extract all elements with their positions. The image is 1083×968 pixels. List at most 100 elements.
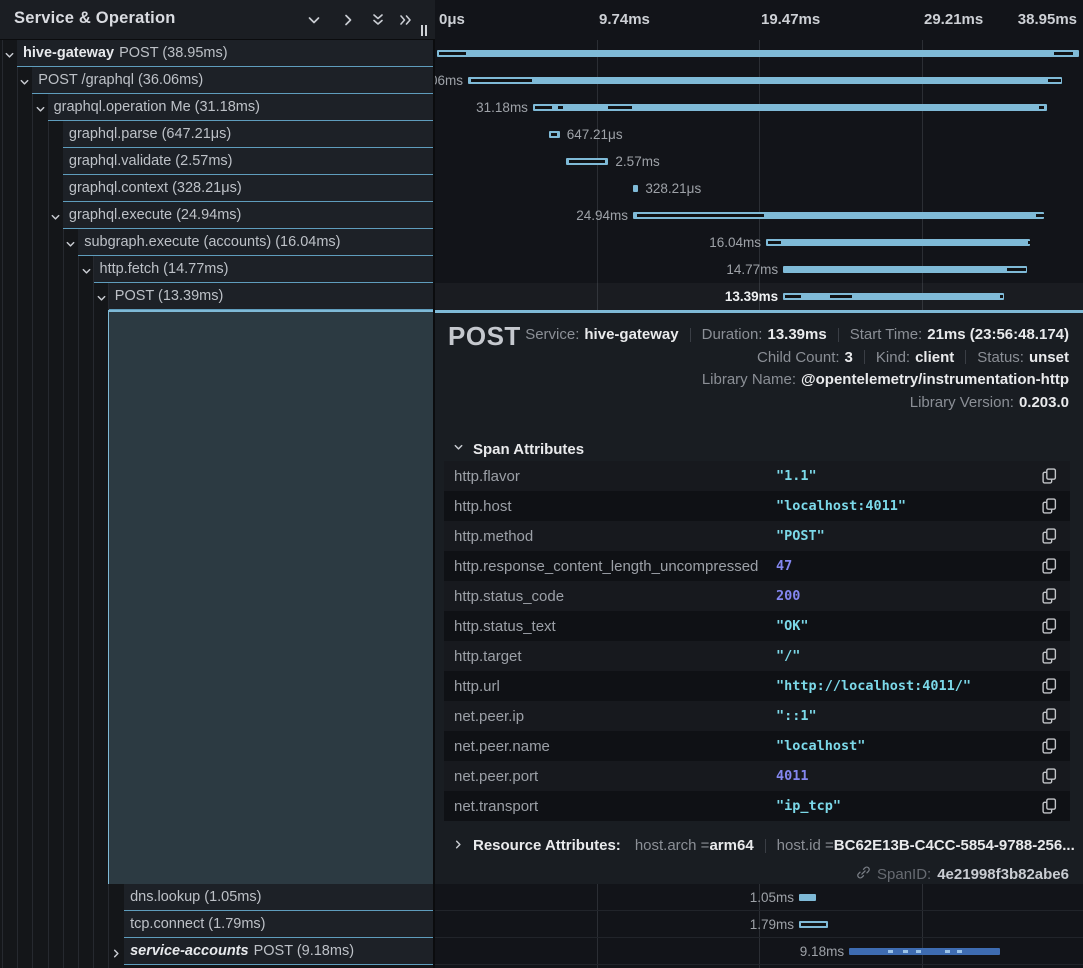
timeline-row[interactable]: 13.39ms — [435, 283, 1083, 310]
span-duration-label: 36.06ms — [435, 73, 463, 88]
copy-icon[interactable] — [1042, 678, 1058, 694]
copy-icon[interactable] — [1042, 618, 1058, 634]
span-bar[interactable] — [437, 50, 1079, 57]
attribute-key: http.target — [444, 648, 776, 665]
chevron-down-icon[interactable] — [96, 291, 108, 303]
copy-icon[interactable] — [1042, 648, 1058, 664]
copy-icon[interactable] — [1042, 528, 1058, 544]
timeline-row[interactable]: 16.04ms — [435, 229, 1083, 256]
attribute-key: http.url — [444, 678, 776, 695]
span-name-label: graphql.context (328.21μs) — [69, 180, 242, 196]
chevron-down-icon[interactable] — [35, 102, 47, 114]
span-bar[interactable] — [468, 77, 1062, 84]
tree-row[interactable]: graphql.execute (24.94ms) — [0, 202, 435, 229]
copy-icon[interactable] — [1042, 768, 1058, 784]
copy-icon[interactable] — [1042, 498, 1058, 514]
attribute-value: 47 — [776, 558, 792, 574]
chevron-down-icon[interactable] — [306, 12, 324, 28]
attribute-value: "POST" — [776, 528, 825, 544]
timeline-row[interactable]: 14.77ms — [435, 256, 1083, 283]
resource-attributes-row[interactable]: Resource Attributes: host.arch = arm64ho… — [453, 837, 1075, 854]
timeline-row[interactable]: 1.05ms — [435, 884, 1083, 911]
tree-row[interactable]: POST /graphql (36.06ms) — [0, 67, 435, 94]
span-bar[interactable] — [533, 104, 1047, 111]
tree-row[interactable]: tcp.connect (1.79ms) — [0, 911, 435, 938]
copy-icon[interactable] — [1042, 798, 1058, 814]
span-duration-label: 14.77ms — [726, 262, 778, 277]
attribute-value: "/" — [776, 648, 800, 664]
chevron-right-icon[interactable] — [111, 946, 123, 958]
timeline-row[interactable] — [435, 40, 1083, 67]
span-name-label: graphql.parse (647.21μs) — [69, 126, 231, 142]
meta-value: 21ms (23:56:48.174) — [927, 326, 1069, 343]
chevron-right-icon[interactable] — [340, 12, 358, 28]
span-bar[interactable] — [549, 131, 560, 138]
span-bar[interactable] — [633, 212, 1044, 219]
attribute-value: 4011 — [776, 768, 809, 784]
axis-tick: 29.21ms — [924, 11, 983, 28]
meta-label: Service: — [525, 326, 584, 343]
resource-key: host.arch = — [635, 837, 710, 854]
chevron-down-icon[interactable] — [4, 48, 16, 60]
tree-row[interactable]: service-accountsPOST (9.18ms) — [0, 938, 435, 965]
double-chevron-right-icon[interactable] — [398, 12, 416, 28]
span-bar[interactable] — [799, 921, 829, 928]
copy-icon[interactable] — [1042, 468, 1058, 484]
span-bar[interactable] — [783, 293, 1004, 300]
attribute-row: http.status_code200 — [444, 581, 1070, 611]
span-bar[interactable] — [566, 158, 608, 165]
child-span-tick — [471, 79, 532, 82]
chevron-down-icon[interactable] — [65, 237, 77, 249]
span-attributes-header[interactable]: Span Attributes — [453, 440, 584, 458]
pane-resize-handle[interactable] — [420, 25, 428, 37]
tree-row[interactable]: POST (13.39ms) — [0, 283, 435, 310]
child-span-tick — [1036, 214, 1044, 217]
meta-value: 0.203.0 — [1019, 394, 1069, 411]
timeline-row[interactable]: 31.18ms — [435, 94, 1083, 121]
timeline-row[interactable]: 9.18ms — [435, 938, 1083, 965]
timeline-row[interactable]: 1.79ms — [435, 911, 1083, 938]
copy-icon[interactable] — [1042, 738, 1058, 754]
timeline-row[interactable]: 2.57ms — [435, 148, 1083, 175]
copy-icon[interactable] — [1042, 588, 1058, 604]
timeline-row[interactable]: 328.21μs — [435, 175, 1083, 202]
double-chevron-down-icon[interactable] — [370, 12, 388, 28]
timeline-row[interactable]: 647.21μs — [435, 121, 1083, 148]
chevron-down-icon[interactable] — [19, 75, 31, 87]
tree-row[interactable]: graphql.validate (2.57ms) — [0, 148, 435, 175]
service-name: service-accounts — [130, 943, 253, 959]
chevron-down-icon[interactable] — [50, 210, 62, 222]
span-bar[interactable] — [766, 239, 1030, 246]
link-icon[interactable] — [856, 865, 871, 884]
tree-row[interactable]: http.fetch (14.77ms) — [0, 256, 435, 283]
attribute-key: net.peer.port — [444, 768, 776, 785]
tree-row[interactable]: graphql.context (328.21μs) — [0, 175, 435, 202]
span-duration-label: 13.39ms — [725, 289, 778, 304]
tree-row[interactable]: graphql.parse (647.21μs) — [0, 121, 435, 148]
copy-icon[interactable] — [1042, 708, 1058, 724]
copy-icon[interactable] — [1042, 558, 1058, 574]
tree-row[interactable]: dns.lookup (1.05ms) — [0, 884, 435, 911]
tree-row[interactable]: hive-gatewayPOST (38.95ms) — [0, 40, 435, 67]
span-name-label: graphql.validate (2.57ms) — [69, 153, 233, 169]
span-bar[interactable] — [633, 185, 638, 192]
pane-divider[interactable] — [433, 0, 435, 968]
tree-row[interactable]: graphql.operation Me (31.18ms) — [0, 94, 435, 121]
resource-key: host.id = — [777, 837, 834, 854]
attribute-key: http.host — [444, 498, 776, 515]
span-name-label: http.fetch (14.77ms) — [100, 261, 229, 277]
span-bar[interactable] — [783, 266, 1026, 273]
timeline-row[interactable]: 24.94ms — [435, 202, 1083, 229]
attribute-value: 200 — [776, 588, 800, 604]
span-detail-panel: POST Service:hive-gatewayDuration:13.39m… — [435, 310, 1083, 884]
span-bar[interactable] — [849, 948, 1000, 955]
span-bar[interactable] — [799, 894, 816, 901]
timeline-row[interactable]: 36.06ms — [435, 67, 1083, 94]
span-duration-label: 1.05ms — [750, 890, 794, 905]
span-duration-label: 328.21μs — [645, 181, 701, 196]
meta-value: unset — [1029, 349, 1069, 366]
span-attributes-table: http.flavor"1.1"http.host"localhost:4011… — [444, 461, 1070, 821]
child-span-tick — [830, 295, 851, 298]
tree-row[interactable]: subgraph.execute (accounts) (16.04ms) — [0, 229, 435, 256]
chevron-down-icon[interactable] — [81, 264, 93, 276]
